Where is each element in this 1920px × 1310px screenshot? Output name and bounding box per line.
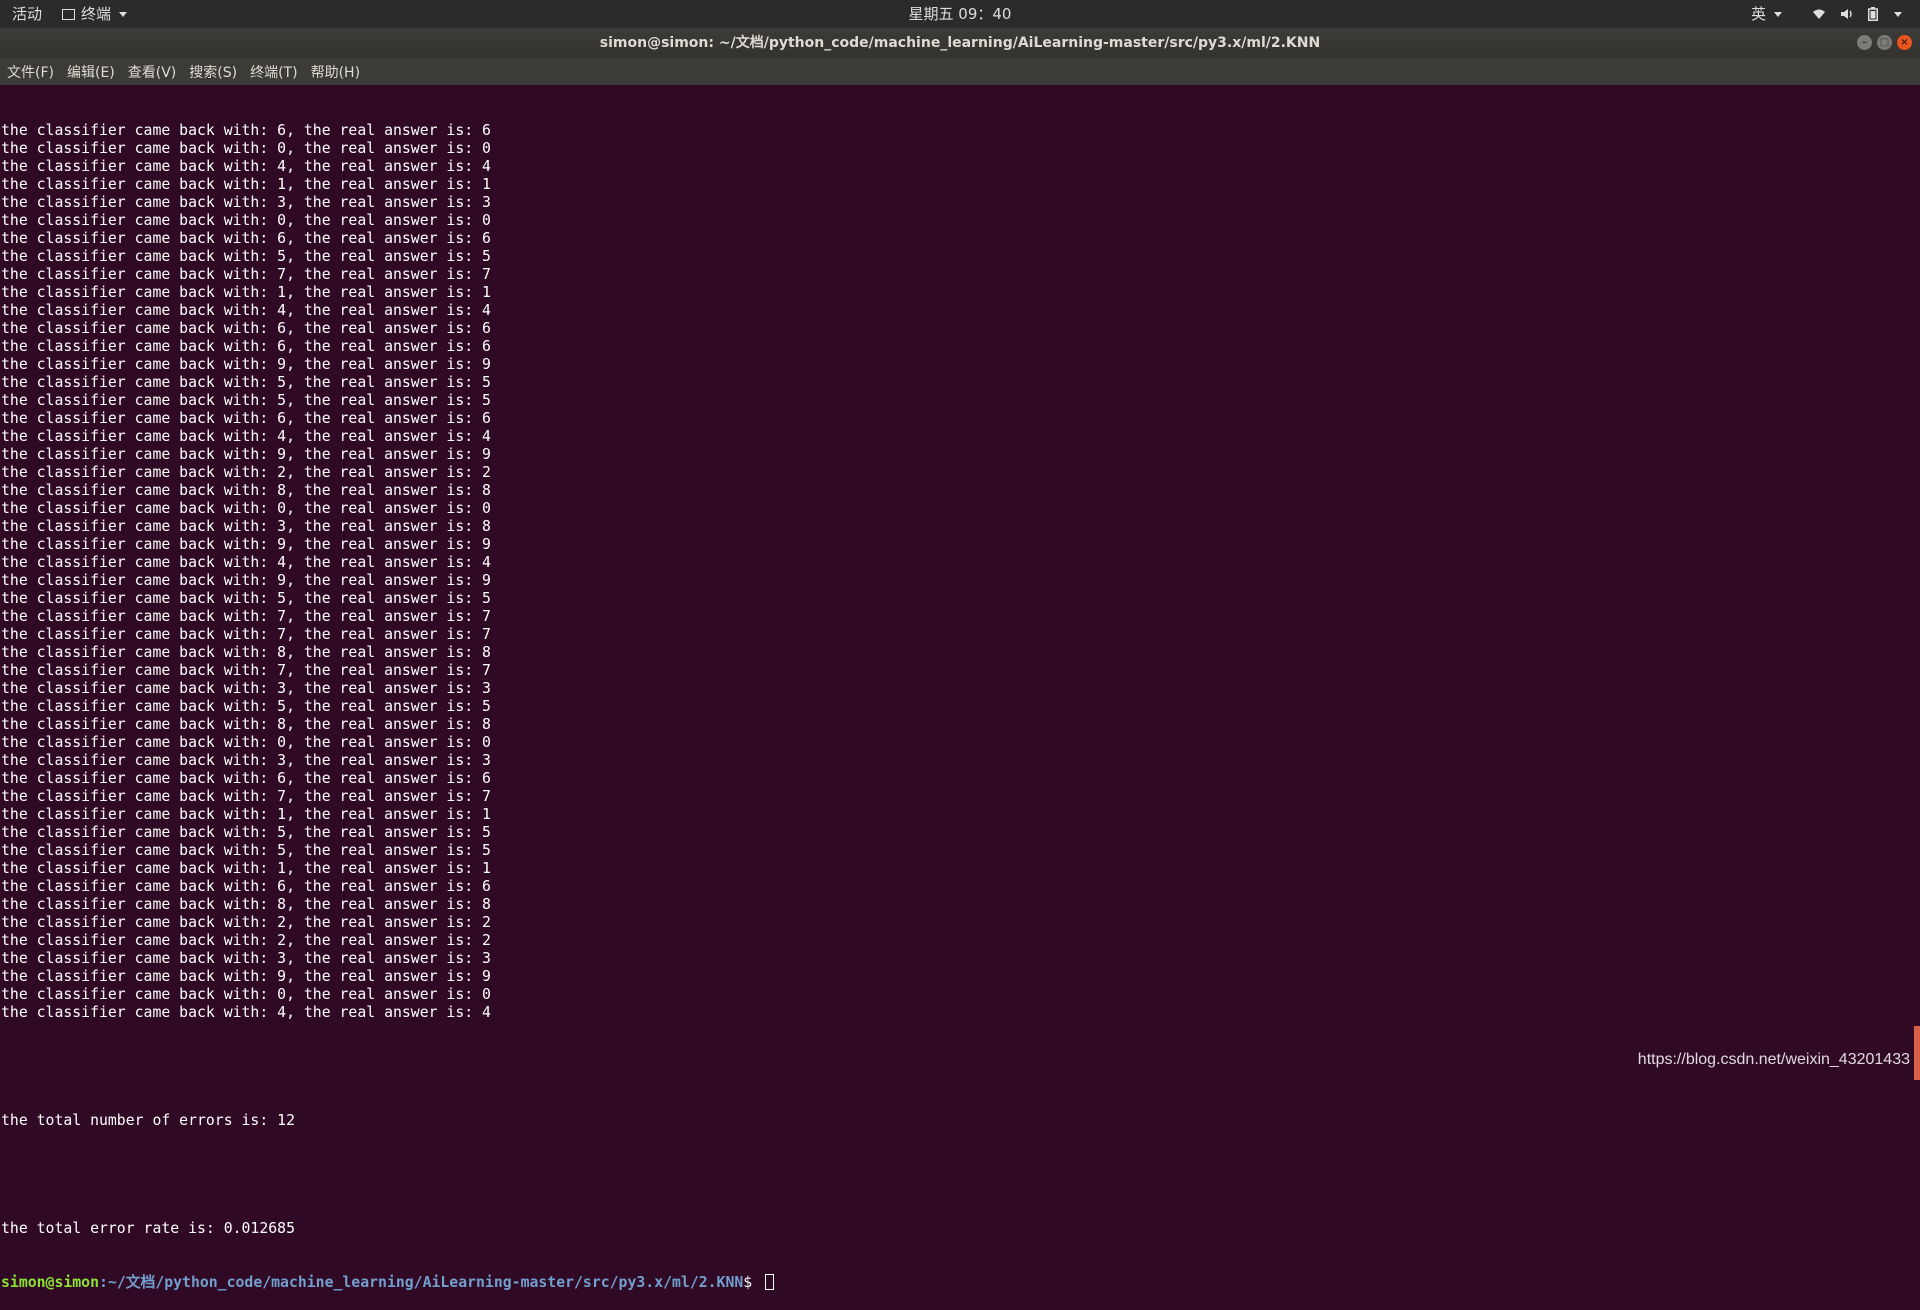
chevron-down-icon — [1774, 11, 1783, 17]
battery-icon — [1868, 7, 1878, 21]
top-panel: 活动 终端 星期五 09：40 英 — [0, 0, 1920, 28]
classifier-result-line: the classifier came back with: 6, the re… — [1, 410, 491, 427]
shell-prompt[interactable]: simon@simon:~/文档/python_code/machine_lea… — [1, 1274, 1911, 1292]
classifier-result-line: the classifier came back with: 9, the re… — [1, 356, 491, 373]
result-lines: the classifier came back with: 6, the re… — [1, 122, 1911, 1022]
error-rate-line: the total error rate is: 0.012685 — [1, 1220, 295, 1237]
classifier-result-line: the classifier came back with: 7, the re… — [1, 626, 491, 643]
menu-search[interactable]: 搜索(S) — [183, 62, 243, 82]
classifier-result-line: the classifier came back with: 4, the re… — [1, 302, 491, 319]
classifier-result-line: the classifier came back with: 1, the re… — [1, 860, 491, 877]
classifier-result-line: the classifier came back with: 6, the re… — [1, 338, 491, 355]
scrollbar-thumb[interactable] — [1914, 1026, 1920, 1080]
classifier-result-line: the classifier came back with: 5, the re… — [1, 248, 491, 265]
classifier-result-line: the classifier came back with: 3, the re… — [1, 194, 491, 211]
classifier-result-line: the classifier came back with: 3, the re… — [1, 752, 491, 769]
menu-help[interactable]: 帮助(H) — [305, 62, 366, 82]
classifier-result-line: the classifier came back with: 2, the re… — [1, 932, 491, 949]
input-method-indicator[interactable]: 英 — [1751, 0, 1783, 28]
classifier-result-line: the classifier came back with: 7, the re… — [1, 662, 491, 679]
menu-bar: 文件(F) 编辑(E) 查看(V) 搜索(S) 终端(T) 帮助(H) — [0, 58, 1920, 85]
classifier-result-line: the classifier came back with: 5, the re… — [1, 842, 491, 859]
classifier-result-line: the classifier came back with: 9, the re… — [1, 968, 491, 985]
classifier-result-line: the classifier came back with: 0, the re… — [1, 986, 491, 1003]
classifier-result-line: the classifier came back with: 4, the re… — [1, 1004, 491, 1021]
classifier-result-line: the classifier came back with: 9, the re… — [1, 446, 491, 463]
classifier-result-line: the classifier came back with: 5, the re… — [1, 698, 491, 715]
classifier-result-line: the classifier came back with: 1, the re… — [1, 176, 491, 193]
classifier-result-line: the classifier came back with: 6, the re… — [1, 878, 491, 895]
minimize-button[interactable]: – — [1857, 35, 1872, 50]
classifier-result-line: the classifier came back with: 3, the re… — [1, 680, 491, 697]
window-title: simon@simon: ~/文档/python_code/machine_le… — [599, 35, 1321, 51]
clock[interactable]: 星期五 09：40 — [0, 0, 1920, 28]
volume-icon — [1841, 9, 1852, 19]
classifier-result-line: the classifier came back with: 5, the re… — [1, 392, 491, 409]
classifier-result-line: the classifier came back with: 6, the re… — [1, 320, 491, 337]
maximize-button[interactable]: □ — [1877, 35, 1892, 50]
system-tray[interactable] — [1812, 0, 1902, 28]
text-cursor — [765, 1274, 775, 1290]
classifier-result-line: the classifier came back with: 7, the re… — [1, 788, 491, 805]
classifier-result-line: the classifier came back with: 8, the re… — [1, 482, 491, 499]
classifier-result-line: the classifier came back with: 7, the re… — [1, 266, 491, 283]
classifier-result-line: the classifier came back with: 0, the re… — [1, 500, 491, 517]
classifier-result-line: the classifier came back with: 3, the re… — [1, 518, 491, 535]
classifier-result-line: the classifier came back with: 9, the re… — [1, 572, 491, 589]
menu-edit[interactable]: 编辑(E) — [61, 62, 121, 82]
classifier-result-line: the classifier came back with: 6, the re… — [1, 230, 491, 247]
classifier-result-line: the classifier came back with: 0, the re… — [1, 140, 491, 157]
classifier-result-line: the classifier came back with: 4, the re… — [1, 158, 491, 175]
classifier-result-line: the classifier came back with: 3, the re… — [1, 950, 491, 967]
terminal-output[interactable]: the classifier came back with: 6, the re… — [1, 86, 1911, 1291]
classifier-result-line: the classifier came back with: 6, the re… — [1, 122, 491, 139]
menu-file[interactable]: 文件(F) — [1, 62, 60, 82]
prompt-user: simon@simon — [1, 1274, 99, 1291]
classifier-result-line: the classifier came back with: 1, the re… — [1, 284, 491, 301]
menu-terminal[interactable]: 终端(T) — [244, 62, 303, 82]
classifier-result-line: the classifier came back with: 8, the re… — [1, 896, 491, 913]
classifier-result-line: the classifier came back with: 0, the re… — [1, 734, 491, 751]
input-method-label: 英 — [1751, 5, 1767, 23]
classifier-result-line: the classifier came back with: 8, the re… — [1, 716, 491, 733]
prompt-symbol: $ — [743, 1274, 762, 1291]
classifier-result-line: the classifier came back with: 0, the re… — [1, 212, 491, 229]
classifier-result-line: the classifier came back with: 4, the re… — [1, 428, 491, 445]
classifier-result-line: the classifier came back with: 9, the re… — [1, 536, 491, 553]
total-errors-line: the total number of errors is: 12 — [1, 1112, 295, 1129]
window-titlebar[interactable]: simon@simon: ~/文档/python_code/machine_le… — [0, 28, 1920, 58]
classifier-result-line: the classifier came back with: 2, the re… — [1, 464, 491, 481]
classifier-result-line: the classifier came back with: 6, the re… — [1, 770, 491, 787]
menu-view[interactable]: 查看(V) — [122, 62, 183, 82]
watermark: https://blog.csdn.net/weixin_43201433 — [1637, 1051, 1910, 1068]
classifier-result-line: the classifier came back with: 5, the re… — [1, 374, 491, 391]
classifier-result-line: the classifier came back with: 8, the re… — [1, 644, 491, 661]
classifier-result-line: the classifier came back with: 5, the re… — [1, 590, 491, 607]
classifier-result-line: the classifier came back with: 4, the re… — [1, 554, 491, 571]
wifi-icon — [1813, 9, 1825, 19]
classifier-result-line: the classifier came back with: 1, the re… — [1, 806, 491, 823]
classifier-result-line: the classifier came back with: 2, the re… — [1, 914, 491, 931]
classifier-result-line: the classifier came back with: 7, the re… — [1, 608, 491, 625]
chevron-down-icon — [1894, 11, 1902, 17]
classifier-result-line: the classifier came back with: 5, the re… — [1, 824, 491, 841]
close-button[interactable]: × — [1897, 35, 1912, 50]
prompt-path: :~/文档/python_code/machine_learning/AiLea… — [99, 1274, 744, 1291]
